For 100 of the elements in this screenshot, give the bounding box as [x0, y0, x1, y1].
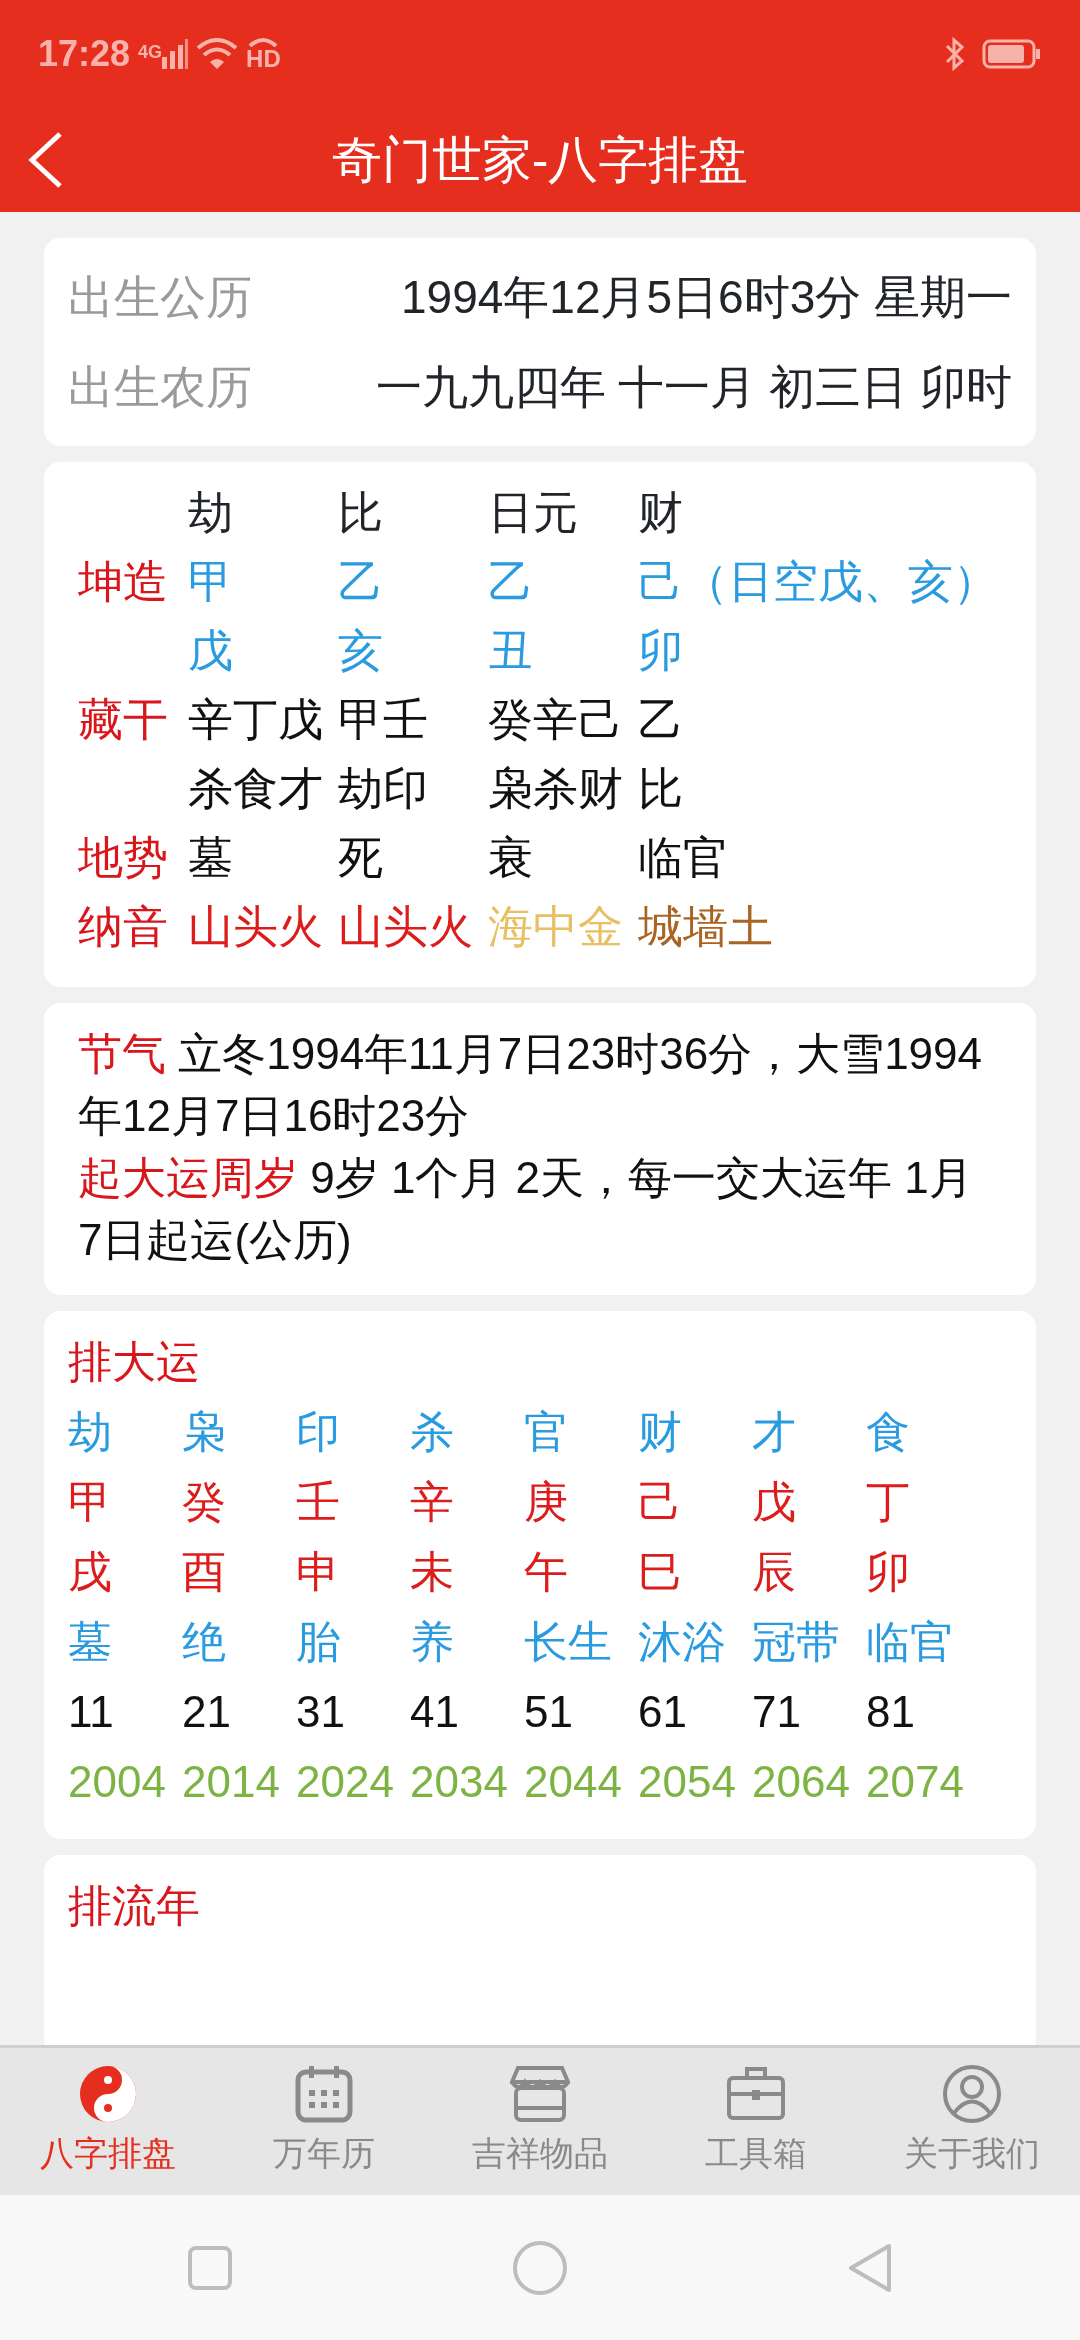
clock-time: 17:28 [38, 32, 131, 76]
info-paragraph: 起大运周岁 9岁 1个月 2天，每一交大运年 1月 7日起运(公历) [78, 1152, 974, 1266]
square-icon[interactable] [187, 2244, 234, 2291]
wifi-icon [196, 38, 239, 70]
chart-cell-text: 杀 [410, 1406, 455, 1458]
nav-tab[interactable]: 工具箱 [648, 2048, 864, 2195]
chart-cell-text: 卯 [866, 1546, 911, 1598]
chart-cell-text: 71 [752, 1686, 802, 1738]
chart-cell-text: 才 [752, 1406, 797, 1458]
chart-cell-text: 午 [524, 1546, 569, 1598]
chart-cell-text: 戊 [188, 624, 234, 678]
chart-cell-text: 61 [638, 1686, 688, 1738]
chart-cell-text: 11 [68, 1686, 115, 1738]
chart-cell-text: 2044 [524, 1756, 623, 1808]
chart-cell-text: 山头火 [188, 900, 324, 954]
chart-cell-text: 甲壬 [338, 693, 429, 747]
yin-yang-icon [78, 2064, 138, 2124]
chart-cell-text: 己 [638, 1476, 683, 1528]
chart-cell-text: 乙 [638, 693, 684, 747]
chart-cell-text: 印 [296, 1406, 341, 1458]
chart-cell-text: 辰 [752, 1546, 797, 1598]
battery-icon [982, 39, 1042, 69]
chart-cell-text: 临官 [638, 831, 729, 885]
chart-cell-text: 衰 [488, 831, 534, 885]
chart-cell-text: 庚 [524, 1476, 569, 1528]
chart-cell-text: 墓 [188, 831, 234, 885]
chart-cell-text: 临官 [866, 1616, 955, 1668]
chart-cell-text: 丑 [488, 624, 534, 678]
section-title: 排大运 [68, 1336, 201, 1388]
section-title: 排流年 [68, 1880, 201, 1932]
chart-cell-text: 城墙土 [638, 900, 774, 954]
chart-cell-text: 辛丁戊 [188, 693, 324, 747]
chart-cell-text: 2054 [638, 1756, 737, 1808]
store-icon [510, 2064, 570, 2124]
column-header: 日元 [488, 486, 579, 540]
field-label: 出生公历 [68, 270, 252, 325]
page-title: 奇门世家-八字排盘 [331, 130, 749, 190]
row-label: 坤造 [78, 555, 169, 609]
chart-cell-text: 壬 [296, 1476, 341, 1528]
field-label: 出生农历 [68, 360, 252, 415]
chart-cell-text: 劫印 [338, 762, 429, 816]
column-header: 劫 [188, 486, 234, 540]
chart-cell-text: 财 [638, 1406, 683, 1458]
bluetooth-icon [944, 37, 966, 71]
nav-tab[interactable]: 吉祥物品 [432, 2048, 648, 2195]
column-header: 比 [338, 486, 384, 540]
chart-cell-text: 酉 [182, 1546, 227, 1598]
chart-cell-text: 甲 [188, 555, 234, 609]
chart-cell-text: 冠带 [752, 1616, 841, 1668]
chart-cell-text: 申 [296, 1546, 341, 1598]
nav-tab[interactable]: 关于我们 [864, 2048, 1080, 2195]
chart-cell-text: 沐浴 [638, 1616, 727, 1668]
chart-cell-text: 癸 [182, 1476, 227, 1528]
chart-cell-text: 21 [182, 1686, 232, 1738]
info-paragraph: 节气 立冬1994年11月7日23时36分，大雪1994年12月7日16时23分 [78, 1028, 984, 1142]
chart-cell-text: 辛 [410, 1476, 455, 1528]
chart-cell-text: 2014 [182, 1756, 281, 1808]
chart-cell-text: 戌 [68, 1546, 113, 1598]
chart-cell-text: 癸辛己 [488, 693, 624, 747]
chart-cell-text: 官 [524, 1406, 569, 1458]
chart-cell-text: 31 [296, 1686, 346, 1738]
calendar-icon [294, 2064, 354, 2124]
chart-cell-text: 枭 [182, 1406, 227, 1458]
nav-tab[interactable]: 八字排盘 [0, 2048, 216, 2195]
chart-cell-text: 甲 [68, 1476, 113, 1528]
chart-cell-text: 乙 [488, 555, 534, 609]
row-label: 纳音 [78, 900, 169, 954]
user-icon [942, 2064, 1002, 2124]
chart-cell-text: 51 [524, 1686, 574, 1738]
nav-tab[interactable]: 万年历 [216, 2048, 432, 2195]
chart-cell-text: 枭杀财 [488, 762, 624, 816]
chart-cell-text: 2034 [410, 1756, 509, 1808]
chart-cell-text: 胎 [296, 1616, 341, 1668]
chart-cell-text: 丁 [866, 1476, 911, 1528]
chart-cell-text: 戊 [752, 1476, 797, 1528]
hd-label: HD [246, 47, 281, 71]
chart-cell-text: 未 [410, 1546, 455, 1598]
chart-cell-text: 41 [410, 1686, 460, 1738]
chart-cell-text: 墓 [68, 1616, 113, 1668]
home-icon[interactable] [512, 2239, 568, 2296]
network-type: 4G [138, 41, 163, 64]
chart-cell-text: 卯 [638, 624, 684, 678]
chart-cell-text: 2064 [752, 1756, 851, 1808]
chart-cell-text: 长生 [524, 1616, 613, 1668]
chart-cell-text: 81 [866, 1686, 916, 1738]
chart-cell-text: 己（日空戊、亥） [638, 555, 999, 609]
chart-cell-text: 乙 [338, 555, 384, 609]
column-header: 财 [638, 486, 684, 540]
chart-cell-text: 劫 [68, 1406, 113, 1458]
chart-cell-text: 海中金 [488, 900, 624, 954]
chart-cell-text: 2004 [68, 1756, 167, 1808]
chart-cell-text: 死 [338, 831, 384, 885]
chart-cell-text: 2074 [866, 1756, 965, 1808]
chart-cell-text: 巳 [638, 1546, 683, 1598]
chart-cell-text: 比 [638, 762, 684, 816]
chart-cell-text: 2024 [296, 1756, 395, 1808]
field-value: 1994年12月5日6时3分 星期一 [400, 270, 1012, 325]
row-label: 藏干 [78, 693, 169, 747]
row-label: 地势 [78, 831, 169, 885]
chart-cell-text: 食 [866, 1406, 911, 1458]
